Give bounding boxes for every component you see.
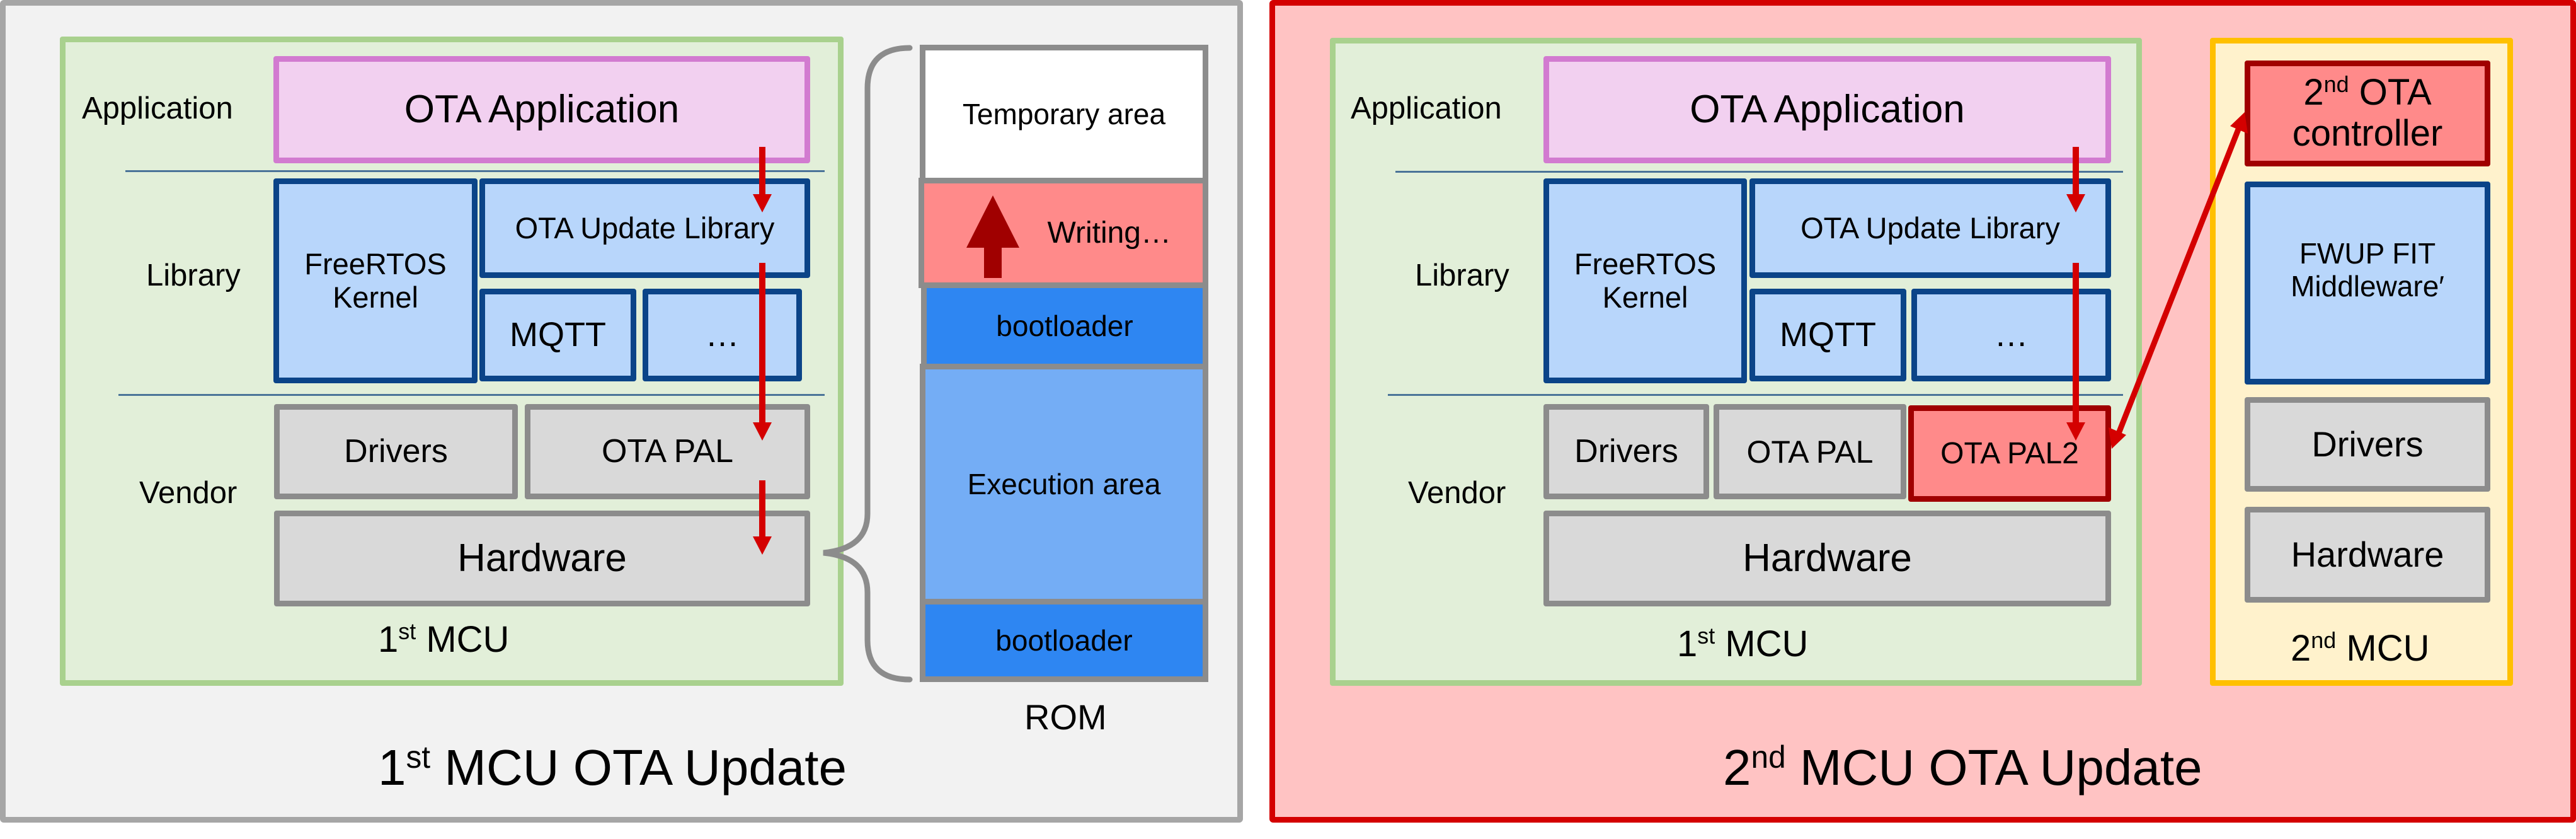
rom-brace xyxy=(823,45,913,683)
connector-overlay xyxy=(753,45,2248,683)
flow-arrow xyxy=(753,263,772,441)
flow-arrow xyxy=(2066,147,2085,212)
flow-arrow xyxy=(753,147,772,212)
flow-arrow xyxy=(753,480,772,555)
writing-up-arrow-icon xyxy=(966,195,1019,278)
pal2-controller-link-arrow xyxy=(2109,112,2248,449)
flow-arrow xyxy=(2066,263,2085,441)
